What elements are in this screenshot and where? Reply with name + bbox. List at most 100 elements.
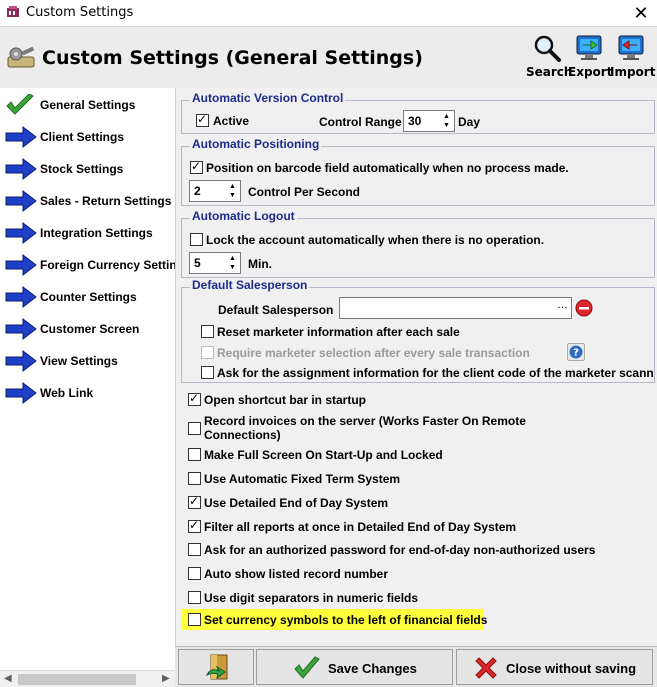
close-without-saving-button[interactable]: Close without saving — [456, 649, 653, 685]
group-title: Default Salesperson — [190, 278, 310, 292]
positioning-group: Automatic Positioning Position on barcod… — [181, 137, 655, 206]
filter-reports-checkbox[interactable] — [188, 518, 201, 533]
default-salesperson-field[interactable]: … — [339, 297, 572, 319]
auto-position-label: Position on barcode field automatically … — [206, 161, 569, 175]
logout-group: Automatic Logout Lock the account automa… — [181, 209, 655, 278]
arrow-right-icon — [5, 286, 37, 308]
full-screen-startup-checkbox[interactable] — [188, 448, 201, 461]
sidebar-item-foreign-currency-settings[interactable]: Foreign Currency Settings — [0, 250, 175, 280]
scrollbar-thumb[interactable] — [18, 674, 136, 685]
auto-show-record-number-checkbox[interactable] — [188, 567, 201, 580]
sidebar-item-stock-settings[interactable]: Stock Settings — [0, 154, 175, 184]
clear-red-icon[interactable] — [575, 299, 593, 317]
control-per-second-label: Control Per Second — [248, 185, 361, 199]
require-marketer-checkbox — [201, 346, 214, 359]
sidebar-horizontal-scrollbar[interactable]: ◀ ▶ — [0, 670, 175, 687]
sidebar-item-general-settings[interactable]: General Settings — [0, 90, 175, 120]
detailed-end-of-day-checkbox[interactable] — [188, 494, 201, 509]
control-range-label: Control Range — [319, 115, 402, 129]
day-unit-label: Day — [458, 115, 481, 129]
open-shortcut-bar-label: Open shortcut bar in startup — [204, 393, 367, 407]
sidebar-item-label: General Settings — [40, 98, 136, 112]
arrow-right-icon — [5, 318, 37, 340]
sidebar-item-label: Customer Screen — [40, 322, 140, 336]
ask-assignment-checkbox[interactable] — [201, 366, 214, 379]
stepper-arrows-icon[interactable]: ▲ ▼ — [440, 112, 453, 130]
sidebar-item-counter-settings[interactable]: Counter Settings — [0, 282, 175, 312]
save-changes-label: Save Changes — [328, 661, 417, 676]
sidebar-item-customer-screen[interactable]: Customer Screen — [0, 314, 175, 344]
record-invoices-server-checkbox[interactable] — [188, 422, 201, 435]
arrow-right-icon — [5, 126, 37, 148]
magnifier-icon — [534, 35, 561, 62]
export-button[interactable]: Export — [568, 31, 612, 85]
sidebar-item-label: Web Link — [40, 386, 94, 400]
import-label: Import — [610, 65, 656, 79]
sidebar-item-view-settings[interactable]: View Settings — [0, 346, 175, 376]
sidebar-item-integration-settings[interactable]: Integration Settings — [0, 218, 175, 248]
sidebar-item-client-settings[interactable]: Client Settings — [0, 122, 175, 152]
cancel-x-icon — [475, 657, 497, 679]
svg-text:?: ? — [573, 348, 579, 359]
sidebar-item-label: Counter Settings — [40, 290, 137, 304]
arrow-right-icon — [5, 190, 37, 212]
control-range-value: 30 — [408, 114, 422, 128]
sidebar: General Settings Client Settings Stock S… — [0, 88, 175, 670]
arrow-right-icon — [5, 382, 37, 404]
import-monitor-icon — [618, 35, 644, 60]
minutes-unit-label: Min. — [248, 257, 272, 271]
authorized-password-label: Ask for an authorized password for end-o… — [204, 543, 596, 557]
salesperson-group: Default Salesperson Default Salesperson … — [181, 278, 655, 383]
digit-separators-checkbox[interactable] — [188, 591, 201, 604]
sidebar-item-label: View Settings — [40, 354, 118, 368]
control-per-second-stepper[interactable]: 2 ▲ ▼ — [189, 180, 241, 202]
arrow-right-icon — [5, 158, 37, 180]
ask-assignment-label: Ask for the assignment information for t… — [217, 366, 653, 380]
auto-lock-checkbox[interactable] — [190, 233, 203, 246]
control-range-stepper[interactable]: 30 ▲ ▼ — [403, 110, 455, 132]
exit-door-button[interactable] — [178, 649, 254, 685]
require-marketer-label: Require marketer selection after every s… — [217, 346, 530, 360]
footer-bar: Save Changes Close without saving — [175, 646, 657, 687]
default-salesperson-label: Default Salesperson — [218, 303, 334, 317]
active-label: Active — [213, 114, 250, 128]
fixed-term-system-checkbox[interactable] — [188, 472, 201, 485]
settings-panel: Automatic Version Control Active Control… — [175, 88, 657, 646]
sidebar-item-web-link[interactable]: Web Link — [0, 378, 175, 408]
fixed-term-system-label: Use Automatic Fixed Term System — [204, 472, 401, 486]
page-title: Custom Settings (General Settings) — [42, 47, 423, 69]
sidebar-item-sales-return-settings[interactable]: Sales - Return Settings — [0, 186, 175, 216]
logout-minutes-stepper[interactable]: 5 ▲ ▼ — [189, 252, 241, 274]
sidebar-item-label: Integration Settings — [40, 226, 153, 240]
scroll-right-arrow-icon[interactable]: ▶ — [162, 673, 170, 684]
arrow-right-icon — [5, 350, 37, 372]
sidebar-item-label: Foreign Currency Settings — [40, 258, 175, 272]
search-button[interactable]: Search — [526, 31, 572, 85]
auto-position-checkbox[interactable] — [190, 159, 203, 174]
group-title: Automatic Logout — [190, 209, 297, 223]
reset-marketer-checkbox[interactable] — [201, 325, 214, 338]
detailed-end-of-day-label: Use Detailed End of Day System — [204, 496, 389, 510]
arrow-right-icon — [5, 222, 37, 244]
save-changes-button[interactable]: Save Changes — [256, 649, 453, 685]
tools-settings-icon — [7, 46, 35, 68]
record-invoices-server-label-line2: Connections) — [204, 428, 281, 442]
authorized-password-checkbox[interactable] — [188, 543, 201, 556]
logout-minutes-value: 5 — [194, 256, 201, 270]
checkmark-icon — [294, 656, 320, 679]
checkmark-icon — [6, 94, 34, 115]
stepper-arrows-icon[interactable]: ▲ ▼ — [226, 182, 239, 200]
import-button[interactable]: Import — [610, 31, 656, 85]
ellipsis-browse-icon[interactable]: … — [557, 299, 568, 311]
reset-marketer-label: Reset marketer information after each sa… — [217, 325, 460, 339]
stepper-arrows-icon[interactable]: ▲ ▼ — [226, 254, 239, 272]
active-checkbox[interactable] — [196, 112, 209, 127]
currency-symbols-left-label: Set currency symbols to the left of fina… — [204, 613, 488, 627]
sidebar-item-label: Client Settings — [40, 130, 125, 144]
scroll-left-arrow-icon[interactable]: ◀ — [4, 673, 12, 684]
help-question-icon[interactable]: ? — [567, 343, 585, 361]
open-shortcut-bar-checkbox[interactable] — [188, 391, 201, 406]
currency-symbols-left-checkbox[interactable] — [188, 613, 201, 626]
close-window-button[interactable]: ✕ — [630, 3, 652, 24]
app-icon — [7, 6, 19, 17]
